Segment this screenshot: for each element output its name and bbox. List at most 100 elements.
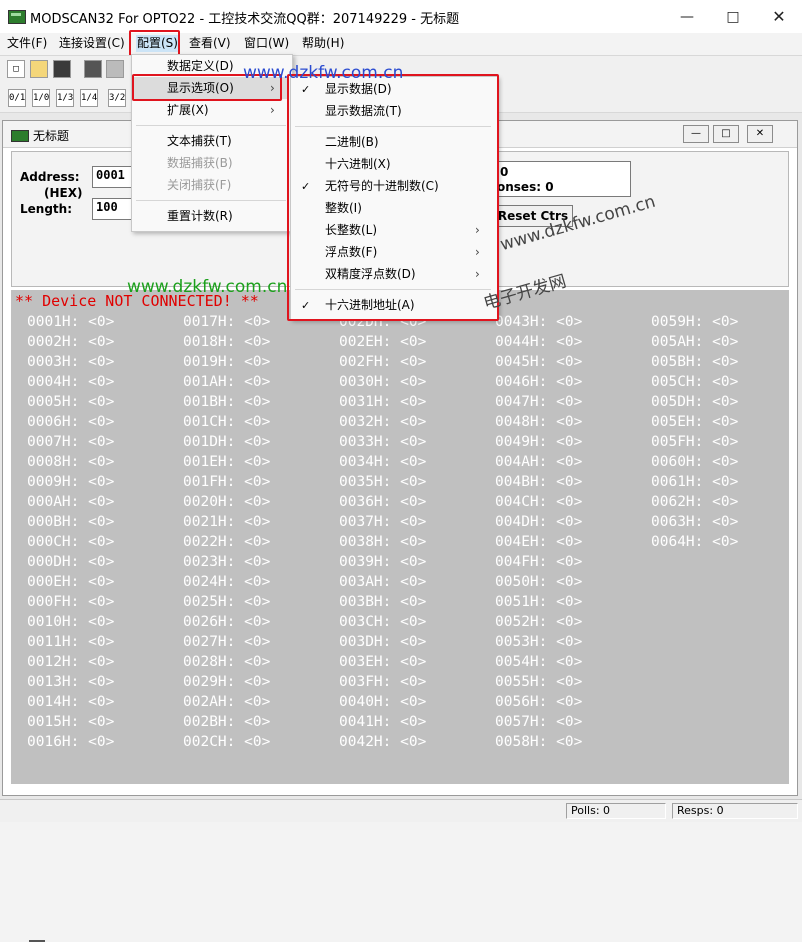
register-row: 000BH: <0> [27, 514, 115, 530]
register-row: 0045H: <0> [495, 354, 583, 370]
register-row: 0004H: <0> [27, 374, 115, 390]
register-row: 0031H: <0> [339, 394, 427, 410]
register-row: 0043H: <0> [495, 314, 583, 330]
register-row: 005CH: <0> [651, 374, 739, 390]
register-row: 0030H: <0> [339, 374, 427, 390]
hex-icon[interactable]: 1/4 [80, 89, 98, 107]
menu-connection[interactable]: 连接设置(C) [58, 35, 126, 52]
menu-stop-capture: 关闭捕获(F) [167, 178, 232, 192]
register-row: 001EH: <0> [183, 454, 271, 470]
register-row: 0063H: <0> [651, 514, 739, 530]
register-row: 005FH: <0> [651, 434, 739, 450]
register-row: 000AH: <0> [27, 494, 115, 510]
menu-extensions[interactable]: 扩展(X) [167, 99, 209, 121]
register-row: 002FH: <0> [339, 354, 427, 370]
register-row: 0019H: <0> [183, 354, 271, 370]
register-row: 003BH: <0> [339, 594, 427, 610]
register-row: 0038H: <0> [339, 534, 427, 550]
save-icon[interactable] [53, 60, 71, 78]
register-row: 0005H: <0> [27, 394, 115, 410]
register-row: 003AH: <0> [339, 574, 427, 590]
float-icon[interactable]: 3/2 [108, 89, 126, 107]
register-row: 0006H: <0> [27, 414, 115, 430]
register-row: 004AH: <0> [495, 454, 583, 470]
child-window-icon [11, 130, 29, 142]
register-column-5: 0059H: <0> 005AH: <0> 005BH: <0> 005CH: <0>… [651, 312, 802, 552]
register-row: 002EH: <0> [339, 334, 427, 350]
register-row: 000CH: <0> [27, 534, 115, 550]
watermark-url-left: www.dzkfw.com.cn [127, 277, 288, 297]
register-row: 0003H: <0> [27, 354, 115, 370]
register-row: 0010H: <0> [27, 614, 115, 630]
poll-count: 0 [500, 165, 509, 179]
menu-help[interactable]: 帮助(H) [301, 35, 345, 52]
open-folder-icon[interactable] [30, 60, 48, 78]
highlight-display-submenu [287, 74, 499, 321]
register-row: 0023H: <0> [183, 554, 271, 570]
child-minimize-button[interactable]: — [683, 125, 709, 143]
register-row: 000EH: <0> [27, 574, 115, 590]
menu-file[interactable]: 文件(F) [6, 35, 48, 52]
register-row: 0001H: <0> [27, 314, 115, 330]
register-row: 0049H: <0> [495, 434, 583, 450]
register-row: 0014H: <0> [27, 694, 115, 710]
address-label: Address: [20, 170, 80, 184]
register-row: 000DH: <0> [27, 554, 115, 570]
binary-icon[interactable]: 0/1 [8, 89, 26, 107]
polls-status: Polls: 0 [566, 803, 666, 819]
register-row: 001CH: <0> [183, 414, 271, 430]
app-icon [8, 10, 26, 24]
connect-icon[interactable] [84, 60, 102, 78]
highlight-config-menu [129, 30, 180, 57]
register-column-2: 0017H: <0> 0018H: <0> 0019H: <0> 001AH: <0>… [183, 312, 339, 752]
register-row: 0009H: <0> [27, 474, 115, 490]
register-row: 0041H: <0> [339, 714, 427, 730]
response-count: onses: 0 [497, 180, 554, 194]
close-button[interactable]: ✕ [756, 0, 802, 33]
register-row: 000FH: <0> [27, 594, 115, 610]
register-row: 004CH: <0> [495, 494, 583, 510]
register-row: 0032H: <0> [339, 414, 427, 430]
register-row: 0057H: <0> [495, 714, 583, 730]
new-file-icon[interactable]: □ [7, 60, 25, 78]
register-row: 004FH: <0> [495, 554, 583, 570]
register-row: 001AH: <0> [183, 374, 271, 390]
register-row: 0028H: <0> [183, 654, 271, 670]
register-row: 004EH: <0> [495, 534, 583, 550]
register-row: 0027H: <0> [183, 634, 271, 650]
menu-bar: 文件(F) 连接设置(C) 配置(S) 查看(V) 窗口(W) 帮助(H) [0, 33, 802, 54]
disconnect-icon[interactable] [106, 60, 124, 78]
menu-reset-counts[interactable]: 重置计数(R) [167, 205, 233, 227]
child-maximize-button[interactable]: □ [713, 125, 739, 143]
menu-view[interactable]: 查看(V) [188, 35, 232, 52]
menu-text-capture[interactable]: 文本捕获(T) [167, 130, 232, 152]
register-row: 0046H: <0> [495, 374, 583, 390]
register-row: 0020H: <0> [183, 494, 271, 510]
register-row: 0059H: <0> [651, 314, 739, 330]
integer-icon[interactable]: 1/3 [56, 89, 74, 107]
register-row: 0034H: <0> [339, 454, 427, 470]
register-row: 005AH: <0> [651, 334, 739, 350]
register-row: 0002H: <0> [27, 334, 115, 350]
register-row: 0050H: <0> [495, 574, 583, 590]
minimize-button[interactable]: — [664, 0, 710, 33]
menu-separator [136, 125, 286, 126]
register-row: 0012H: <0> [27, 654, 115, 670]
maximize-button[interactable]: □ [710, 0, 756, 33]
register-row: 0054H: <0> [495, 654, 583, 670]
child-close-button[interactable]: ✕ [747, 125, 773, 143]
register-row: 0018H: <0> [183, 334, 271, 350]
register-row: 0011H: <0> [27, 634, 115, 650]
register-row: 003FH: <0> [339, 674, 427, 690]
decimal-icon[interactable]: 1/0 [32, 89, 50, 107]
register-row: 0007H: <0> [27, 434, 115, 450]
register-row: 0016H: <0> [27, 734, 115, 750]
register-row: 0055H: <0> [495, 674, 583, 690]
resps-status: Resps: 0 [672, 803, 798, 819]
length-label: Length: [20, 202, 72, 216]
register-row: 0024H: <0> [183, 574, 271, 590]
register-row: 0036H: <0> [339, 494, 427, 510]
register-row: 0015H: <0> [27, 714, 115, 730]
menu-window[interactable]: 窗口(W) [243, 35, 290, 52]
register-row: 001DH: <0> [183, 434, 271, 450]
